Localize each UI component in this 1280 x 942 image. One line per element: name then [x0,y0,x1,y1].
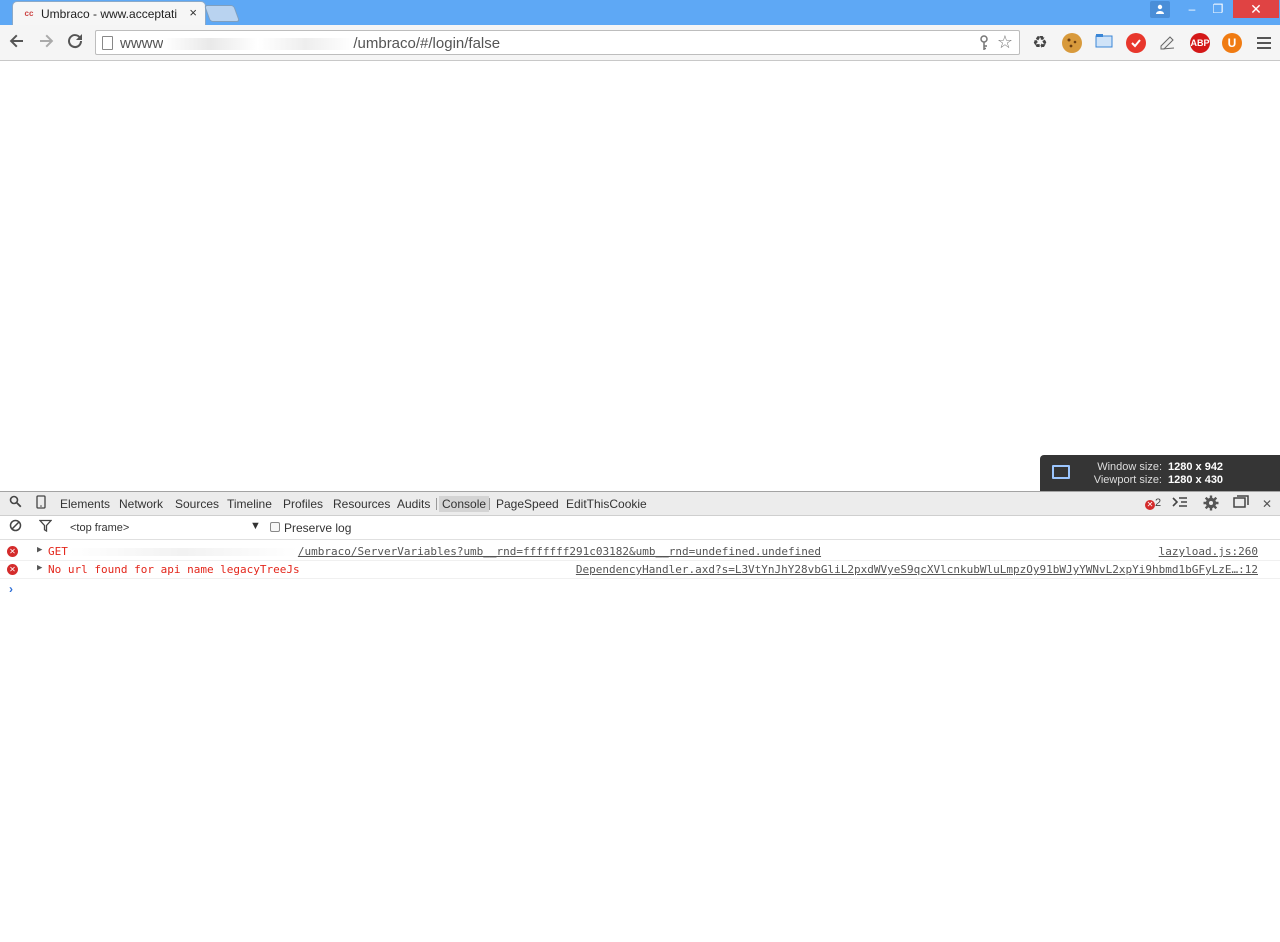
recycle-icon[interactable]: ♻ [1030,33,1050,53]
error-icon: ✕ [7,564,18,575]
frame-selector[interactable]: <top frame> [70,522,129,534]
close-window-button[interactable]: ✕ [1233,0,1279,18]
tab-sources[interactable]: Sources [175,497,219,511]
source-link[interactable]: DependencyHandler.axd?s=L3VtYnJhY28vbGli… [576,563,1258,576]
checkbox-icon[interactable] [270,522,280,532]
error-icon: ✕ [7,546,18,557]
folder-icon[interactable] [1094,33,1114,53]
browser-toolbar: wwww/umbraco/#/login/false ☆ ♻ ABP U [0,25,1280,61]
tab-console[interactable]: Console [439,496,490,512]
clear-console-icon[interactable] [6,519,24,537]
console-prompt[interactable]: › [9,582,13,596]
expand-triangle-icon[interactable]: ▶ [37,545,42,555]
pen-icon[interactable] [1158,33,1178,53]
dock-side-icon[interactable] [1232,495,1250,513]
lastpass-icon[interactable] [1126,33,1146,53]
inspect-search-icon[interactable] [6,495,24,513]
tab-title: Umbraco - www.acceptati [41,7,178,21]
minimize-button[interactable]: – [1180,0,1204,18]
page-icon [102,36,113,50]
tab-resources[interactable]: Resources [333,497,390,511]
error-icon: ✕ [1145,500,1155,510]
error-counter[interactable]: ✕ 2 [1145,497,1161,510]
preserve-log-checkbox[interactable]: Preserve log [270,521,351,535]
umbraco-favicon-icon: cc [24,9,34,18]
forward-arrow-icon[interactable] [35,32,57,54]
chrome-menu-icon[interactable] [1253,32,1275,54]
maximize-button[interactable]: ❐ [1206,0,1230,18]
bookmark-star-icon[interactable]: ☆ [997,32,1013,53]
tab-elements[interactable]: Elements [60,497,110,511]
title-bar: cc Umbraco - www.acceptati × – ❐ ✕ [0,0,1280,25]
user-profile-icon[interactable] [1150,1,1170,18]
expand-triangle-icon[interactable]: ▶ [37,563,42,573]
tab-separator [436,498,437,510]
screen-icon [1052,465,1070,479]
console-error-row[interactable]: ✕ ▶ GET/umbraco/ServerVariables?umb__rnd… [0,543,1280,561]
close-devtools-icon[interactable]: ✕ [1258,495,1276,513]
address-bar[interactable]: wwww/umbraco/#/login/false ☆ [95,30,1020,55]
tab-pagespeed[interactable]: PageSpeed [496,497,559,511]
cookie-icon[interactable] [1062,33,1082,53]
console-drawer-icon[interactable] [1171,495,1189,513]
console-filter-bar: <top frame> ▼ Preserve log [0,516,1280,540]
tab-network[interactable]: Network [119,497,163,511]
window-size-overlay: Window size: 1280 x 942 Viewport size: 128… [1040,455,1280,491]
tab-timeline[interactable]: Timeline [227,497,272,511]
page-viewport: Window size: 1280 x 942 Viewport size: 128… [0,61,1280,491]
back-arrow-icon[interactable] [6,32,28,54]
viewport-size-value: 1280 x 430 [1168,474,1224,486]
filter-funnel-icon[interactable] [36,519,54,537]
viewport-size-label: Viewport size: [1093,474,1162,486]
key-icon[interactable] [979,35,989,54]
device-mode-icon[interactable] [32,495,50,513]
frame-dropdown-icon[interactable]: ▼ [250,520,261,532]
window-size-value: 1280 x 942 [1168,461,1224,473]
tab-close-icon[interactable]: × [189,6,197,20]
tab-profiles[interactable]: Profiles [283,497,323,511]
new-tab-button[interactable] [203,5,241,22]
devtools-tab-bar: Elements Network Sources Timeline Profil… [0,492,1280,516]
ublock-icon[interactable]: U [1222,33,1242,53]
tab-audits[interactable]: Audits [397,497,430,511]
tab-separator [489,498,490,510]
console-message: GET/umbraco/ServerVariables?umb__rnd=fff… [48,545,822,558]
source-link[interactable]: lazyload.js:260 [1159,545,1258,558]
browser-tab[interactable]: cc Umbraco - www.acceptati × [12,1,206,25]
window-size-label: Window size: [1097,461,1162,473]
devtools-panel: Elements Network Sources Timeline Profil… [0,491,1280,942]
abp-icon[interactable]: ABP [1190,33,1210,53]
settings-gear-icon[interactable] [1202,495,1220,513]
console-message: No url found for api name legacyTreeJs [48,563,300,576]
url-text: wwww/umbraco/#/login/false [120,35,501,52]
reload-icon[interactable] [64,32,86,54]
console-error-row[interactable]: ✕ ▶ No url found for api name legacyTree… [0,561,1280,579]
tab-editthiscookie[interactable]: EditThisCookie [566,497,647,511]
